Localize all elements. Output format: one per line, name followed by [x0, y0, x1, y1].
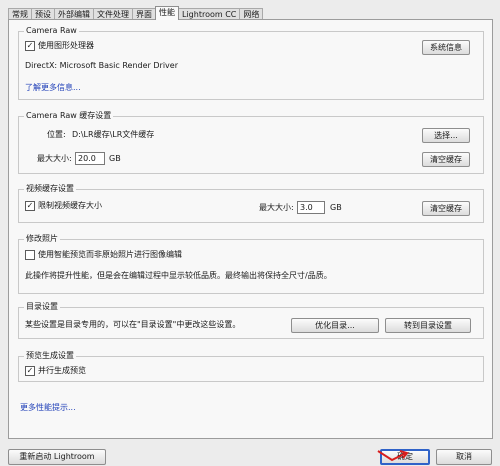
- cache-location-value: D:\LR缓存\LR文件缓存: [72, 130, 155, 139]
- use-gpu-label: 使用图形处理器: [38, 41, 94, 50]
- ok-button[interactable]: 确定: [380, 449, 430, 465]
- parallel-preview-label: 并行生成预览: [38, 366, 86, 375]
- video-cache-section: 视频缓存设置 ✓ 限制视频缓存大小 最大大小: GB 清空缓存: [18, 184, 484, 223]
- limit-video-cache-label: 限制视频缓存大小: [38, 201, 102, 210]
- driver-text: DirectX: Microsoft Basic Render Driver: [25, 61, 178, 70]
- purge-cache-button[interactable]: 清空缓存: [422, 152, 470, 167]
- optimize-catalog-button[interactable]: 优化目录...: [291, 318, 379, 333]
- cache-unit-label: GB: [109, 154, 121, 163]
- preferences-tabs: 常规 预设 外部编辑 文件处理 界面 性能 Lightroom CC 网络: [8, 6, 264, 20]
- system-info-button[interactable]: 系统信息: [422, 40, 470, 55]
- video-max-size-input[interactable]: [297, 201, 325, 214]
- preview-legend: 预览生成设置: [24, 351, 76, 361]
- purge-video-cache-button[interactable]: 清空缓存: [422, 201, 470, 216]
- video-unit-label: GB: [330, 203, 342, 212]
- smart-preview-checkbox[interactable]: [25, 250, 35, 260]
- develop-legend: 修改照片: [24, 234, 60, 244]
- goto-catalog-settings-button[interactable]: 转到目录设置: [385, 318, 471, 333]
- use-gpu-checkbox[interactable]: ✓: [25, 41, 35, 51]
- tab-performance[interactable]: 性能: [155, 6, 179, 20]
- cache-legend: Camera Raw 缓存设置: [24, 111, 114, 121]
- parallel-preview-checkbox[interactable]: ✓: [25, 366, 35, 376]
- choose-cache-button[interactable]: 选择...: [422, 128, 470, 143]
- catalog-description: 某些设置是目录专用的，可以在"目录设置"中更改这些设置。: [25, 320, 241, 329]
- camera-raw-cache-section: Camera Raw 缓存设置 位置: D:\LR缓存\LR文件缓存 选择...…: [18, 111, 484, 174]
- develop-hint-text: 此操作将提升性能，但是会在编辑过程中显示较低品质。最终输出将保持全尺寸/品质。: [25, 271, 332, 280]
- limit-video-cache-checkbox[interactable]: ✓: [25, 201, 35, 211]
- catalog-section: 目录设置 某些设置是目录专用的，可以在"目录设置"中更改这些设置。 优化目录..…: [18, 302, 484, 339]
- camera-raw-legend: Camera Raw: [24, 26, 79, 36]
- more-performance-tips-link[interactable]: 更多性能提示...: [20, 403, 76, 413]
- preview-section: 预览生成设置 ✓ 并行生成预览: [18, 351, 484, 382]
- catalog-legend: 目录设置: [24, 302, 60, 312]
- cache-max-size-input[interactable]: [75, 152, 105, 165]
- video-max-size-label: 最大大小:: [259, 203, 294, 212]
- video-cache-legend: 视频缓存设置: [24, 184, 76, 194]
- cache-location-label: 位置:: [47, 130, 66, 139]
- cache-max-size-label: 最大大小:: [37, 154, 72, 163]
- smart-preview-label: 使用智能预览而非原始照片进行图像编辑: [38, 250, 182, 259]
- develop-section: 修改照片 使用智能预览而非原始照片进行图像编辑 此操作将提升性能，但是会在编辑过…: [18, 234, 484, 294]
- cancel-button[interactable]: 取消: [436, 449, 492, 465]
- restart-lightroom-button[interactable]: 重新启动 Lightroom: [8, 449, 106, 465]
- camera-raw-section: Camera Raw ✓ 使用图形处理器 系统信息 DirectX: Micro…: [18, 26, 484, 100]
- more-info-link[interactable]: 了解更多信息...: [25, 83, 81, 93]
